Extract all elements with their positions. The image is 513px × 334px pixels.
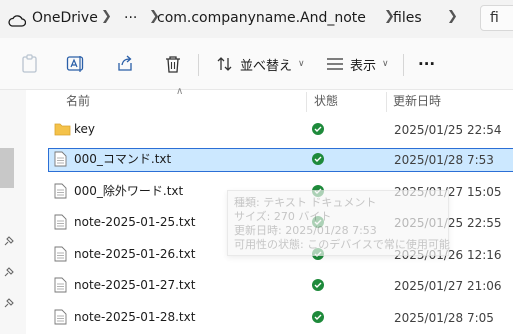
- more-options-button[interactable]: ···: [418, 50, 435, 78]
- synced-status-icon: [312, 123, 324, 135]
- text-file-icon: [54, 183, 67, 203]
- text-file-icon: [54, 277, 67, 297]
- pin-icon: [3, 232, 15, 246]
- toolbar-divider: [198, 54, 199, 76]
- file-modified-date: 2025/01/28 7:05: [394, 311, 494, 325]
- file-name: 000_コマンド.txt: [74, 152, 172, 166]
- view-list-icon: [326, 56, 344, 72]
- file-modified-date: 2025/01/28 7:53: [394, 153, 494, 167]
- text-file-icon: [54, 246, 67, 266]
- clipboard-icon: [21, 54, 39, 74]
- file-row-commands[interactable]: 000_コマンド.txt 2025/01/28 7:53: [48, 148, 513, 172]
- command-bar: 並べ替え ∨ 表示 ∨ ···: [0, 38, 513, 90]
- breadcrumb-onedrive[interactable]: OneDrive: [32, 9, 98, 27]
- chevron-down-icon: ∨: [298, 59, 305, 69]
- chevron-right-icon[interactable]: ❯: [447, 8, 458, 26]
- view-button[interactable]: 表示 ∨: [326, 50, 389, 78]
- search-input[interactable]: fi: [490, 10, 499, 26]
- file-name: note-2025-01-27.txt: [74, 278, 196, 292]
- file-name: 000_除外ワード.txt: [74, 184, 184, 198]
- address-bar: OneDrive ❯ ··· ❯ com.companyname.And_not…: [0, 0, 513, 38]
- file-name: note-2025-01-28.txt: [74, 310, 196, 324]
- rename-button[interactable]: [66, 50, 86, 78]
- file-row-note-0128[interactable]: note-2025-01-28.txt 2025/01/28 7:05: [48, 306, 513, 330]
- view-label: 表示: [350, 58, 377, 74]
- synced-status-icon: [312, 311, 324, 323]
- sort-ascending-icon: ∧: [176, 86, 184, 97]
- chevron-right-icon[interactable]: ❯: [101, 8, 112, 26]
- trash-icon: [164, 54, 182, 74]
- file-modified-date: 2025/01/25 22:54: [394, 123, 502, 137]
- column-header-name[interactable]: 名前: [66, 90, 90, 112]
- sort-label: 並べ替え: [240, 58, 293, 74]
- column-divider[interactable]: [386, 92, 387, 112]
- sort-button[interactable]: 並べ替え ∨: [216, 50, 305, 78]
- toolbar-divider: [403, 54, 404, 76]
- chevron-down-icon: ∨: [382, 59, 389, 69]
- paste-button[interactable]: [21, 50, 39, 78]
- file-name: note-2025-01-25.txt: [74, 215, 196, 229]
- file-info-tooltip: 種類: テキスト ドキュメント サイズ: 270 バイト 更新日時: 2025/…: [227, 190, 450, 256]
- breadcrumb-current[interactable]: files: [393, 9, 422, 27]
- tooltip-type: 種類: テキスト ドキュメント: [234, 196, 377, 209]
- text-file-icon: [54, 309, 67, 329]
- tooltip-availability: 可用性の状態: このデバイスで常に使用可能: [234, 238, 450, 251]
- column-header-modified[interactable]: 更新日時: [393, 90, 441, 112]
- breadcrumb-overflow[interactable]: ···: [124, 9, 137, 27]
- text-file-icon: [54, 214, 67, 234]
- tooltip-modified: 更新日時: 2025/01/28 7:53: [234, 224, 377, 237]
- pin-icon: [3, 263, 15, 277]
- delete-button[interactable]: [164, 50, 182, 78]
- synced-status-icon: [312, 279, 324, 291]
- pin-icon: [3, 294, 15, 308]
- file-row-note-0127[interactable]: note-2025-01-27.txt 2025/01/27 21:06: [48, 274, 513, 298]
- breadcrumb-folder[interactable]: com.companyname.And_note: [157, 9, 366, 27]
- file-name: note-2025-01-26.txt: [74, 247, 196, 261]
- sort-icon: [216, 55, 234, 73]
- search-box[interactable]: fi: [480, 5, 513, 31]
- folder-icon: [54, 121, 71, 140]
- synced-status-icon: [312, 153, 324, 165]
- tooltip-size: サイズ: 270 バイト: [234, 210, 332, 223]
- text-file-icon: [54, 151, 67, 171]
- file-modified-date: 2025/01/27 21:06: [394, 279, 502, 293]
- column-header-status[interactable]: 状態: [314, 90, 338, 112]
- file-name: key: [74, 122, 96, 136]
- cloud-icon: [8, 12, 27, 31]
- share-button[interactable]: [116, 50, 136, 78]
- column-divider[interactable]: [306, 92, 307, 112]
- more-icon: ···: [418, 55, 436, 73]
- file-row-key[interactable]: key 2025/01/25 22:54: [48, 118, 513, 142]
- rename-icon: [66, 54, 86, 74]
- nav-pane-scrollbar[interactable]: [0, 148, 14, 188]
- share-icon: [116, 54, 136, 74]
